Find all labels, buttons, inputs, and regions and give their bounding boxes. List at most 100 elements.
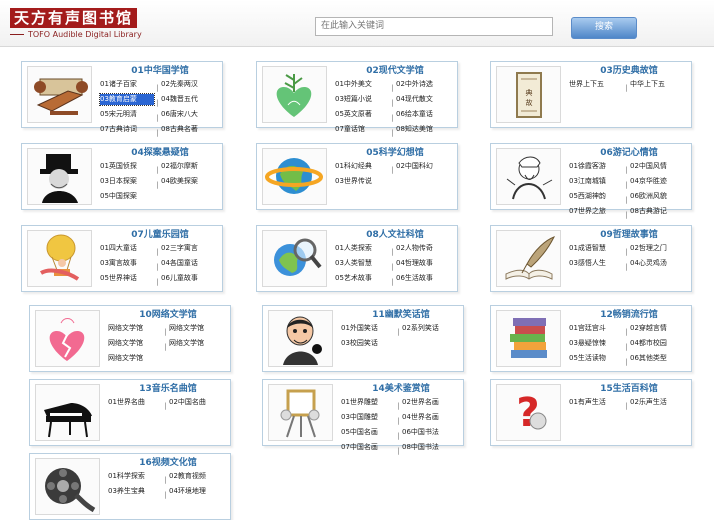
library-link[interactable]: 06欧洲风貌 — [630, 191, 684, 202]
book-stack-icon[interactable] — [496, 310, 561, 367]
library-link[interactable]: 01人类探索 — [335, 243, 389, 254]
library-link[interactable]: 05中国探案 — [100, 191, 154, 202]
broken-heart-icon[interactable] — [35, 310, 100, 367]
library-link[interactable]: 06绘本童话 — [396, 109, 450, 120]
library-link[interactable]: 02教育视频 — [169, 471, 223, 482]
balloon-icon[interactable] — [27, 230, 92, 287]
library-link[interactable]: 网络文学馆 — [169, 323, 223, 334]
library-link[interactable]: 05艺术故事 — [335, 273, 389, 284]
library-card-art[interactable]: 14美术鉴赏馆 01世界雕塑 | 02世界名画 03中国雕塑 | 04世界名画 05中国名画 |… — [262, 379, 464, 455]
library-link[interactable]: 02中外诗选 — [396, 79, 450, 90]
library-link[interactable]: 03江南城镇 — [569, 176, 623, 187]
library-link[interactable]: 中华上下五 — [630, 79, 684, 90]
library-title[interactable]: 02现代文学馆 — [335, 65, 455, 77]
library-link[interactable]: 04心灵鸡汤 — [630, 258, 684, 269]
library-link[interactable]: 06儿童故事 — [161, 273, 215, 284]
library-title[interactable]: 13音乐名曲馆 — [108, 383, 228, 395]
library-link[interactable]: 06生活故事 — [396, 273, 450, 284]
library-link[interactable]: 03世界传说 — [335, 176, 389, 187]
library-card-modern-literature[interactable]: 02现代文学馆 01中外美文 | 02中外诗选 03短篇小说 | 04现代散文 05英文原著 |… — [256, 61, 458, 137]
globe-icon[interactable] — [262, 148, 327, 205]
library-link[interactable]: 01外国笑话 — [341, 323, 395, 334]
site-logo[interactable]: 天方有声图书馆 TOFO Audible Digital Library — [10, 8, 170, 40]
library-link[interactable]: 01英国侦探 — [100, 161, 154, 172]
quill-book-icon[interactable] — [496, 230, 561, 287]
library-card-children[interactable]: 07儿童乐园馆 01四大童话 | 02三字寓言 03寓言故事 | 04各国童话 05世界神话 |… — [21, 225, 223, 292]
library-link[interactable]: 02哲理之门 — [630, 243, 684, 254]
question-mark-icon[interactable] — [496, 384, 561, 441]
library-link[interactable]: 02世界名画 — [402, 397, 456, 408]
library-link[interactable]: 网络文学馆 — [108, 323, 162, 334]
library-link[interactable]: 网络文学馆 — [108, 353, 162, 364]
library-card-chinese-classics[interactable]: 01中华国学馆 01诸子百家 | 02先秦两汉 03教育启蒙 | 04魏晋五代 05宋元明清 |… — [21, 61, 223, 137]
library-link[interactable]: 06唐宋八大 — [161, 109, 215, 120]
library-link[interactable]: 03养生宝典 — [108, 486, 162, 497]
library-link[interactable]: 07世界之旅 — [569, 206, 623, 217]
library-card-life-encyclopedia[interactable]: 15生活百科馆 01有声生活 | 02乐声生活 — [490, 379, 692, 446]
library-link[interactable]: 01四大童话 — [100, 243, 154, 254]
library-link[interactable]: 03教育启蒙 — [99, 93, 155, 106]
library-link[interactable]: 05英文原著 — [335, 109, 389, 120]
library-title[interactable]: 04探案悬疑馆 — [100, 147, 220, 159]
library-link[interactable]: 05生活读物 — [569, 353, 623, 364]
library-title[interactable]: 14美术鉴赏馆 — [341, 383, 461, 395]
library-link[interactable]: 05中国名画 — [341, 427, 395, 438]
library-link[interactable]: 03短篇小说 — [335, 94, 389, 105]
library-link[interactable]: 03人类智慧 — [335, 258, 389, 269]
search-button[interactable]: 搜索 — [571, 17, 637, 39]
library-link[interactable]: 世界上下五 — [569, 79, 623, 90]
library-link[interactable]: 01世界名曲 — [108, 397, 162, 408]
library-link[interactable]: 03校园笑话 — [341, 338, 395, 349]
library-link[interactable]: 07中国名画 — [341, 442, 395, 453]
library-link[interactable]: 01中外美文 — [335, 79, 389, 90]
library-title[interactable]: 16视频文化馆 — [108, 457, 228, 469]
library-link[interactable]: 04环境地理 — [169, 486, 223, 497]
library-link[interactable]: 06其他类型 — [630, 353, 684, 364]
detective-icon[interactable] — [27, 148, 92, 205]
scroll-icon[interactable] — [27, 66, 92, 123]
library-link[interactable]: 05宋元明清 — [100, 109, 154, 120]
library-card-music[interactable]: 13音乐名曲馆 01世界名曲 | 02中国名曲 — [29, 379, 231, 446]
easel-icon[interactable] — [268, 384, 333, 441]
library-link[interactable]: 04都市校园 — [630, 338, 684, 349]
library-link[interactable]: 02中国风情 — [630, 161, 684, 172]
library-link[interactable]: 05世界神话 — [100, 273, 154, 284]
library-title[interactable]: 07儿童乐园馆 — [100, 229, 220, 241]
library-link[interactable]: 01宫廷宫斗 — [569, 323, 623, 334]
library-link[interactable]: 08中国书法 — [402, 442, 456, 453]
library-title[interactable]: 09哲理故事馆 — [569, 229, 689, 241]
piano-icon[interactable] — [35, 384, 100, 441]
library-link[interactable]: 01成语智慧 — [569, 243, 623, 254]
library-link[interactable]: 02中国名曲 — [169, 397, 223, 408]
library-link[interactable]: 01徐霞客游 — [569, 161, 623, 172]
library-link[interactable]: 03感悟人生 — [569, 258, 623, 269]
library-link[interactable]: 02穿越言情 — [630, 323, 684, 334]
library-link[interactable]: 04魏晋五代 — [161, 94, 215, 105]
library-link[interactable]: 07古典诗词 — [100, 124, 154, 135]
library-title[interactable]: 08人文社科馆 — [335, 229, 455, 241]
library-link[interactable]: 07童话馆 — [335, 124, 389, 135]
library-link[interactable]: 04现代散文 — [396, 94, 450, 105]
library-card-humanities[interactable]: 08人文社科馆 01人类探索 | 02人物传奇 03人类智慧 | 04哲理故事 05艺术故事 |… — [256, 225, 458, 292]
library-link[interactable]: 04京华胜迹 — [630, 176, 684, 187]
library-link[interactable]: 02先秦两汉 — [161, 79, 215, 90]
film-reel-icon[interactable] — [35, 458, 100, 515]
library-link[interactable]: 03悬疑惊悚 — [569, 338, 623, 349]
library-title[interactable]: 05科学幻想馆 — [335, 147, 455, 159]
library-link[interactable]: 02系列笑话 — [402, 323, 456, 334]
library-link[interactable]: 01有声生活 — [569, 397, 623, 408]
library-title[interactable]: 01中华国学馆 — [100, 65, 220, 77]
library-link[interactable]: 04世界名画 — [402, 412, 456, 423]
library-title[interactable]: 11幽默笑话馆 — [341, 309, 461, 321]
library-link[interactable]: 网络文学馆 — [169, 338, 223, 349]
library-link[interactable]: 02三字寓言 — [161, 243, 215, 254]
library-link[interactable]: 03中国雕塑 — [341, 412, 395, 423]
library-title[interactable]: 06游记心情馆 — [569, 147, 689, 159]
library-link[interactable]: 08古典名著 — [161, 124, 215, 135]
library-card-science-fiction[interactable]: 05科学幻想馆 01科幻经典 | 02中国科幻 03世界传说 — [256, 143, 458, 210]
library-link[interactable]: 04哲理故事 — [396, 258, 450, 269]
library-card-humor[interactable]: 11幽默笑话馆 01外国笑话 | 02系列笑话 03校园笑话 — [262, 305, 464, 372]
library-link[interactable]: 02福尔摩斯 — [161, 161, 215, 172]
library-link[interactable]: 04各国童话 — [161, 258, 215, 269]
scholar-icon[interactable] — [496, 148, 561, 205]
